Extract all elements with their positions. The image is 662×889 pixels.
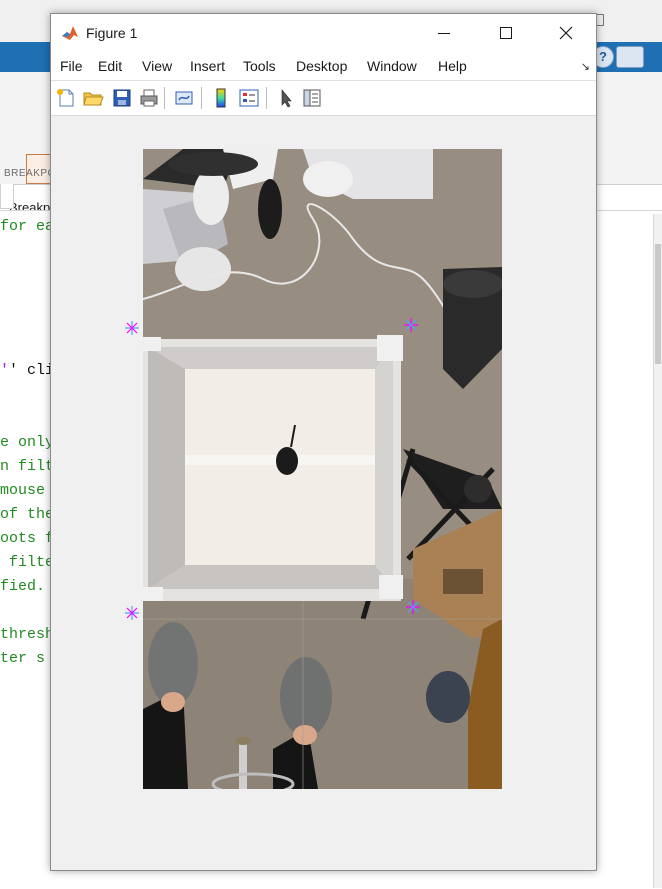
code-line[interactable]: for ea <box>0 218 54 235</box>
insert-colorbar-icon[interactable] <box>210 87 232 109</box>
corner-marker[interactable] <box>124 605 140 621</box>
scrollbar-thumb[interactable] <box>655 244 661 364</box>
code-line[interactable]: n filt <box>0 458 54 475</box>
menu-help[interactable]: Help <box>438 58 467 74</box>
menu-window[interactable]: Window <box>367 58 417 74</box>
code-line[interactable]: ter s <box>0 650 45 667</box>
code-line[interactable]: oots f <box>0 530 54 547</box>
matlab-window-controls <box>592 14 662 38</box>
corner-marker[interactable] <box>403 317 419 333</box>
close-button[interactable] <box>544 14 590 52</box>
menu-desktop[interactable]: Desktop <box>296 58 347 74</box>
property-inspector-icon[interactable] <box>301 87 323 109</box>
new-figure-icon[interactable] <box>55 87 77 109</box>
code-line[interactable]: e only <box>0 434 54 451</box>
toolbar-separator <box>266 87 267 109</box>
corner-marker[interactable] <box>124 320 140 336</box>
code-line[interactable]: of the <box>0 506 54 523</box>
menu-tools[interactable]: Tools <box>243 58 276 74</box>
menu-insert[interactable]: Insert <box>190 58 225 74</box>
figure-title: Figure 1 <box>86 25 138 41</box>
figure-menubar: File Edit View Insert Tools Desktop Wind… <box>51 52 596 81</box>
code-line[interactable]: thresh <box>0 626 54 643</box>
menu-edit[interactable]: Edit <box>98 58 122 74</box>
code-line[interactable]: mouse <box>0 482 45 499</box>
editor-tab[interactable] <box>0 184 14 209</box>
figure-titlebar[interactable]: Figure 1 <box>51 14 596 52</box>
matlab-help-area: ? <box>592 44 656 68</box>
menu-file[interactable]: File <box>60 58 83 74</box>
open-file-icon[interactable] <box>82 87 104 109</box>
arena-photo-image <box>143 149 502 789</box>
code-line[interactable]: filte <box>0 554 54 571</box>
maximize-icon <box>500 27 512 39</box>
ribbon-section-label: BREAKPO <box>4 168 56 179</box>
code-line[interactable]: '' cli <box>0 362 54 379</box>
image-axes[interactable] <box>143 149 502 789</box>
editor-scrollbar[interactable] <box>653 214 662 888</box>
link-plot-icon[interactable] <box>173 87 195 109</box>
code-text: ' cli <box>9 362 55 379</box>
code-string: ' <box>0 362 10 379</box>
minimize-button[interactable] <box>421 14 467 52</box>
maximize-button[interactable] <box>483 14 529 52</box>
code-line[interactable]: fied. <box>0 578 45 595</box>
minimize-icon <box>438 33 450 34</box>
dock-figure-icon[interactable]: ↘ <box>581 60 590 73</box>
print-icon[interactable] <box>138 87 160 109</box>
edit-plot-icon[interactable] <box>275 87 297 109</box>
toolbar-separator <box>201 87 202 109</box>
figure-toolbar <box>51 81 596 116</box>
toolbar-separator <box>164 87 165 109</box>
insert-legend-icon[interactable] <box>238 87 260 109</box>
corner-marker[interactable] <box>405 599 421 615</box>
close-icon <box>559 26 573 40</box>
figure-window: Figure 1 File Edit View Insert Tools Des… <box>50 13 597 871</box>
matlab-logo-icon <box>61 24 79 42</box>
save-icon[interactable] <box>111 87 133 109</box>
expand-icon[interactable] <box>616 46 644 68</box>
menu-view[interactable]: View <box>142 58 172 74</box>
